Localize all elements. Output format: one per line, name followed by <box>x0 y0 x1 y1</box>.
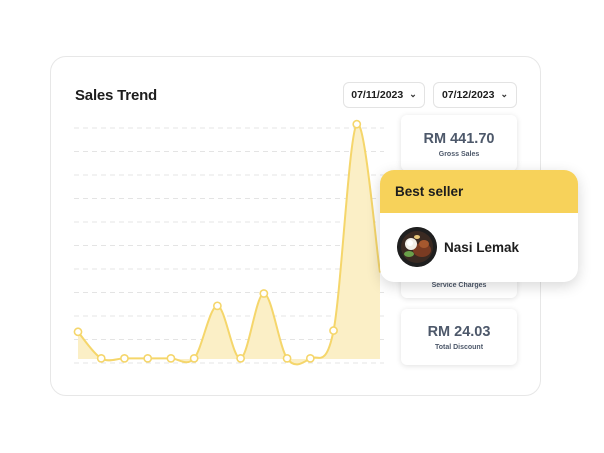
end-date-value: 07/12/2023 <box>441 89 495 101</box>
sales-trend-chart <box>73 119 384 366</box>
chart-data-point[interactable] <box>96 353 106 363</box>
chart-data-point[interactable] <box>282 353 292 363</box>
start-date-picker[interactable]: 07/11/2023 ⌄ <box>343 82 425 108</box>
total-discount-label: Total Discount <box>434 344 484 351</box>
chevron-down-icon: ⌄ <box>409 88 417 99</box>
service-charges-label: Service Charges <box>431 282 487 289</box>
chart-data-point[interactable] <box>120 353 129 363</box>
chart-data-point[interactable] <box>329 326 338 335</box>
chart-data-point[interactable] <box>305 353 315 363</box>
best-seller-title: Best seller <box>380 170 578 213</box>
total-discount-value: RM 24.03 <box>427 324 491 340</box>
page-title: Sales Trend <box>75 87 158 104</box>
best-seller-popup: Best seller Nasi Lemak <box>380 170 578 282</box>
chart-data-point[interactable] <box>212 301 222 311</box>
gross-sales-value: RM 441.70 <box>423 131 495 147</box>
gross-sales-stat: RM 441.70 Gross Sales <box>401 115 517 171</box>
chevron-down-icon: ⌄ <box>500 88 509 99</box>
best-seller-item-name: Nasi Lemak <box>444 239 520 255</box>
chart-data-point[interactable] <box>236 353 246 363</box>
end-date-picker[interactable]: 07/12/2023 ⌄ <box>433 82 517 108</box>
food-dish-icon <box>397 227 437 267</box>
chart-data-point[interactable] <box>259 289 269 298</box>
chart-data-point[interactable] <box>166 353 176 363</box>
start-date-value: 07/11/2023 <box>351 89 404 101</box>
chart-data-point[interactable] <box>352 119 362 129</box>
gross-sales-label: Gross Sales <box>438 151 480 158</box>
total-discount-stat: RM 24.03 Total Discount <box>401 309 517 365</box>
chart-data-point[interactable] <box>143 353 153 363</box>
chart-data-point[interactable] <box>73 327 83 337</box>
best-seller-item[interactable]: Nasi Lemak <box>380 213 578 267</box>
chart-data-point[interactable] <box>189 353 199 363</box>
